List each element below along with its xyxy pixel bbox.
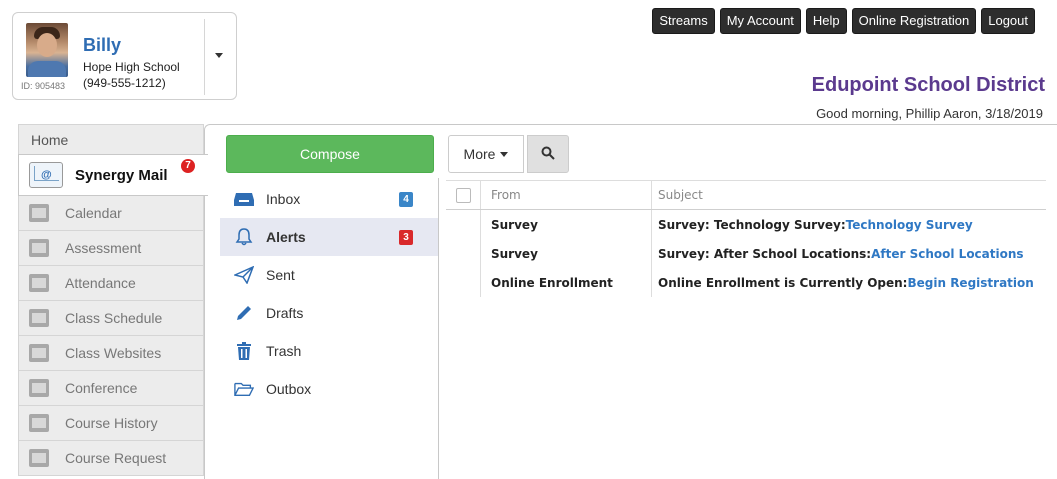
course-history-icon [29, 414, 49, 432]
row-from: Online Enrollment [481, 268, 652, 297]
trash-icon [234, 342, 254, 360]
search-icon [541, 146, 555, 163]
alerts-count-badge: 3 [399, 230, 413, 245]
streams-button[interactable]: Streams [652, 8, 715, 34]
nav-assessment-label: Assessment [65, 240, 142, 256]
help-button[interactable]: Help [805, 8, 847, 34]
folder-alerts[interactable]: Alerts 3 [220, 218, 438, 256]
profile-id: ID: 905483 [21, 81, 66, 91]
select-all-cell [446, 181, 481, 209]
logout-button[interactable]: Logout [981, 8, 1035, 34]
folder-divider [438, 178, 439, 479]
greeting: Good morning, Phillip Aaron, 3/18/2019 [816, 106, 1043, 121]
nav-attendance-label: Attendance [65, 275, 136, 291]
row-subject-text: Survey: Technology Survey: [658, 217, 846, 232]
nav-course-request-label: Course Request [65, 450, 167, 466]
row-subject-link[interactable]: After School Locations [871, 247, 1023, 261]
table-row[interactable]: Online Enrollment Online Enrollment is C… [446, 268, 1046, 297]
nav-class-schedule[interactable]: Class Schedule [18, 301, 204, 336]
nav-conference[interactable]: Conference [18, 371, 204, 406]
more-button[interactable]: More [448, 135, 524, 173]
row-subject: Survey: Technology Survey: Technology Su… [652, 210, 1046, 239]
folder-open-icon [234, 380, 254, 398]
nav-course-history-label: Course History [65, 415, 158, 431]
class-schedule-icon [29, 309, 49, 327]
row-subject: Survey: After School Locations: After Sc… [652, 239, 1046, 268]
top-nav: Streams My Account Help Online Registrat… [652, 8, 1035, 34]
profile-school: Hope High School [83, 60, 180, 74]
row-subject-text: Survey: After School Locations: [658, 246, 872, 261]
nav-calendar-label: Calendar [65, 205, 122, 221]
profile-phone: (949-555-1212) [83, 76, 166, 90]
online-registration-button[interactable]: Online Registration [851, 8, 977, 34]
profile-dropdown-icon[interactable] [215, 53, 223, 58]
nav-class-websites-label: Class Websites [65, 345, 162, 361]
nav-synergy-mail-label: Synergy Mail [75, 166, 168, 184]
table-row[interactable]: Survey Survey: After School Locations: A… [446, 239, 1046, 268]
profile-card: Billy Hope High School ID: 905483 (949-5… [12, 12, 237, 100]
folder-trash-label: Trash [266, 343, 302, 359]
paper-plane-icon [234, 266, 254, 284]
course-request-icon [29, 449, 49, 467]
profile-name: Billy [83, 35, 122, 55]
bell-icon [234, 228, 254, 246]
row-subject-text: Online Enrollment is Currently Open: [658, 275, 908, 290]
more-button-label: More [463, 146, 496, 162]
column-from[interactable]: From [481, 181, 652, 209]
inbox-count-badge: 4 [399, 192, 413, 207]
folder-trash[interactable]: Trash [220, 332, 438, 370]
conference-icon [29, 379, 49, 397]
table-header: From Subject [446, 180, 1046, 210]
column-subject[interactable]: Subject [652, 181, 1046, 209]
nav-calendar[interactable]: Calendar [18, 196, 204, 231]
nav-course-request[interactable]: Course Request [18, 441, 204, 476]
nav-attendance[interactable]: Attendance [18, 266, 204, 301]
message-table: From Subject Survey Survey: Technology S… [446, 180, 1046, 297]
folder-sent[interactable]: Sent [220, 256, 438, 294]
folder-list: Inbox 4 Alerts 3 Sent Drafts Trash Outbo… [220, 180, 438, 408]
my-account-button[interactable]: My Account [719, 8, 801, 34]
select-all-checkbox[interactable] [455, 187, 471, 203]
nav-class-websites[interactable]: Class Websites [18, 336, 204, 371]
folder-inbox-label: Inbox [266, 191, 301, 207]
compose-button[interactable]: Compose [226, 135, 434, 173]
left-nav: Home @ Synergy Mail 7 Calendar Assessmen… [18, 124, 208, 476]
pencil-icon [234, 304, 254, 322]
mail-icon: @ [29, 162, 63, 188]
folder-sent-label: Sent [266, 267, 295, 283]
nav-conference-label: Conference [65, 380, 138, 396]
district-name: Edupoint School District [811, 74, 1045, 96]
nav-course-history[interactable]: Course History [18, 406, 204, 441]
assessment-icon [29, 239, 49, 257]
avatar [26, 23, 68, 77]
row-subject: Online Enrollment is Currently Open: Beg… [652, 268, 1046, 297]
nav-class-schedule-label: Class Schedule [65, 310, 163, 326]
inbox-icon [234, 190, 254, 208]
row-from: Survey [481, 210, 652, 239]
folder-outbox[interactable]: Outbox [220, 370, 438, 408]
folder-alerts-label: Alerts [266, 229, 306, 245]
attendance-icon [29, 274, 49, 292]
folder-inbox[interactable]: Inbox 4 [220, 180, 438, 218]
profile-divider [204, 19, 205, 95]
folder-drafts-label: Drafts [266, 305, 304, 321]
nav-assessment[interactable]: Assessment [18, 231, 204, 266]
row-subject-link[interactable]: Begin Registration [907, 276, 1033, 290]
row-subject-link[interactable]: Technology Survey [846, 218, 973, 232]
nav-home[interactable]: Home [18, 124, 204, 154]
search-button[interactable] [527, 135, 569, 173]
folder-drafts[interactable]: Drafts [220, 294, 438, 332]
nav-synergy-mail[interactable]: @ Synergy Mail 7 [18, 154, 208, 196]
table-row[interactable]: Survey Survey: Technology Survey: Techno… [446, 210, 1046, 239]
class-websites-icon [29, 344, 49, 362]
folder-outbox-label: Outbox [266, 381, 312, 397]
calendar-icon [29, 204, 49, 222]
mail-count-badge: 7 [181, 159, 195, 173]
chevron-down-icon [500, 151, 509, 157]
row-from: Survey [481, 239, 652, 268]
